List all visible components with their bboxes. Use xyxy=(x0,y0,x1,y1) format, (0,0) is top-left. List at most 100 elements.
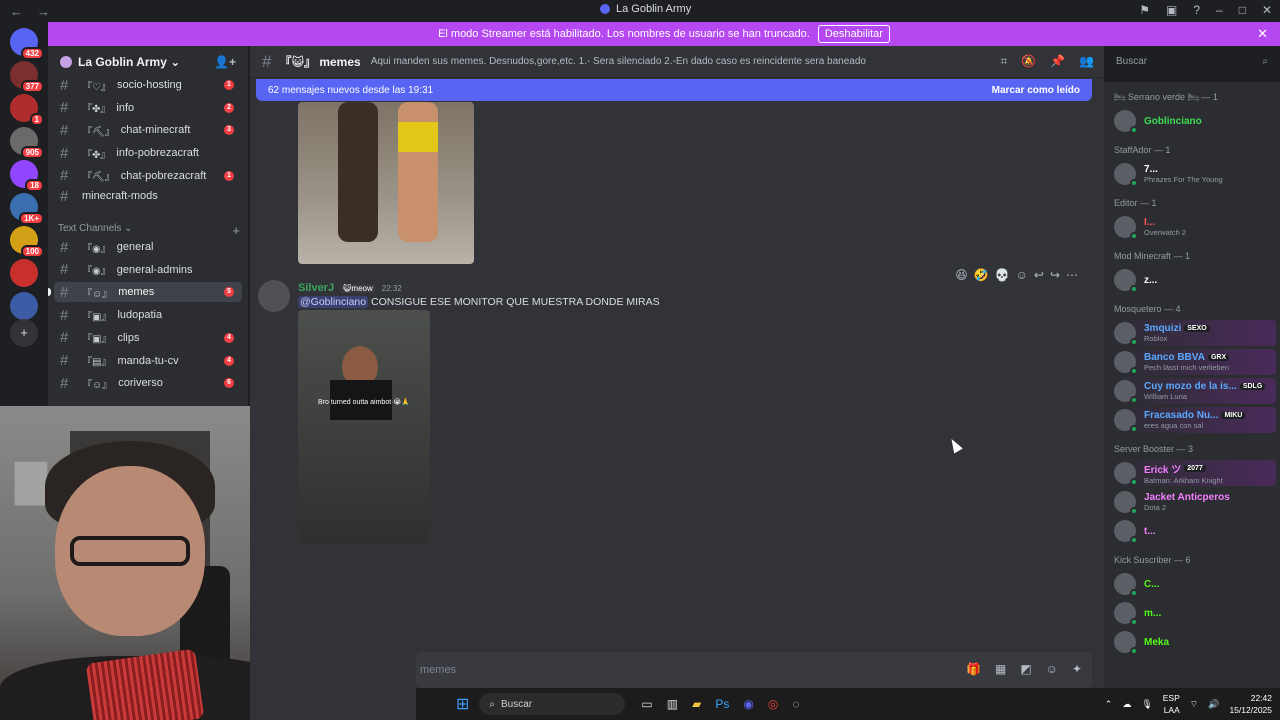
server-icon[interactable]: 905 xyxy=(10,127,44,159)
channel-info[interactable]: # 『✤』 info 2 xyxy=(54,98,242,118)
member-item[interactable]: Goblinciano xyxy=(1108,108,1276,134)
mention[interactable]: @Goblinciano xyxy=(298,296,369,308)
forward-icon[interactable]: ↪ xyxy=(1050,268,1060,282)
reaction-laugh-icon[interactable]: 😆 xyxy=(955,268,968,282)
channel-minecraft-mods[interactable]: # minecraft-mods xyxy=(54,186,242,206)
reply-icon[interactable]: ↩ xyxy=(1034,268,1044,282)
photoshop-icon[interactable]: Ps xyxy=(715,697,729,711)
mark-read-button[interactable]: Marcar como leído xyxy=(992,85,1080,96)
channel-info-pobrezacraft[interactable]: # 『✤』 info-pobrezacraft xyxy=(54,143,242,163)
channel-memes[interactable]: # 『☺』 memes 5 xyxy=(48,282,242,303)
message-author[interactable]: SilverJ xyxy=(298,282,334,294)
member-item[interactable]: Banco BBVA GRX Pech lässt mich verlieben xyxy=(1108,349,1276,375)
server-icon[interactable] xyxy=(10,259,38,287)
server-header[interactable]: La Goblin Army ⌄ 👤+ xyxy=(48,46,248,78)
forward-arrow-icon[interactable]: → xyxy=(37,4,50,19)
channel-coriverso[interactable]: # 『☺』 coriverso 6 xyxy=(54,373,242,393)
status-indicator xyxy=(1130,589,1138,597)
search-input[interactable]: Buscar ⌕ xyxy=(1110,52,1274,72)
add-reaction-icon[interactable]: ☺ xyxy=(1016,268,1028,282)
mic-icon[interactable]: 🎙 xyxy=(1141,699,1152,710)
server-icon[interactable] xyxy=(10,292,38,320)
start-icon[interactable]: ⊞ xyxy=(456,694,469,714)
member-item[interactable]: Fracasado Nu... MIKU eres agua con sal xyxy=(1108,407,1276,433)
app-icon[interactable]: ◌ xyxy=(792,697,799,711)
new-messages-bar[interactable]: 62 mensajes nuevos desde las 19:31 Marca… xyxy=(256,79,1092,101)
reaction-rofl-icon[interactable]: 🤣 xyxy=(974,268,989,282)
server-icon[interactable]: 1K+ xyxy=(10,193,44,225)
volume-icon[interactable]: 🔊 xyxy=(1208,699,1219,710)
back-arrow-icon[interactable]: ← xyxy=(10,4,23,19)
clock[interactable]: 22:42 15/12/2025 xyxy=(1229,692,1272,716)
member-item[interactable]: 7... Phrazes For The Young xyxy=(1108,161,1276,187)
mute-icon[interactable]: 🔕 xyxy=(1021,54,1036,69)
reaction-skull-icon[interactable]: 💀 xyxy=(995,268,1010,282)
channel-chat-minecraft[interactable]: # 『⛏』 chat-minecraft 3 xyxy=(54,120,242,140)
member-item[interactable]: I... Overwatch 2 xyxy=(1108,214,1276,240)
disable-streamer-button[interactable]: Deshabilitar xyxy=(817,25,890,43)
meme-image-2[interactable]: Bro turned outta aimbot 😭🙏 xyxy=(298,310,430,544)
channel-clips[interactable]: # 『▣』 clips 4 xyxy=(54,328,242,348)
channel-manda-tu-cv[interactable]: # 『▤』 manda-tu-cv 4 xyxy=(54,351,242,371)
language-indicator[interactable]: ESP LAA xyxy=(1163,692,1180,716)
channel-socio-hosting[interactable]: # 『♡』 socio-hosting 1 xyxy=(54,75,242,95)
gift-icon[interactable]: 🎁 xyxy=(966,662,981,676)
close-banner-icon[interactable]: ✕ xyxy=(1257,26,1268,42)
chrome-icon[interactable]: ◎ xyxy=(768,697,778,711)
member-item[interactable]: t... xyxy=(1108,518,1276,544)
pin-icon[interactable]: 📌 xyxy=(1050,54,1065,69)
invite-icon[interactable]: 👤+ xyxy=(214,55,236,69)
avatar[interactable] xyxy=(258,280,290,312)
taskbar-search[interactable]: ⌕ Buscar xyxy=(479,693,626,715)
add-channel-icon[interactable]: + xyxy=(232,223,240,238)
taskview-icon[interactable]: ▭ xyxy=(641,697,652,711)
wifi-icon[interactable]: ⌔ xyxy=(1190,699,1198,710)
more-icon[interactable]: ⋯ xyxy=(1066,268,1078,282)
channel-emoji: 『▤』 xyxy=(82,357,112,368)
sticker-icon[interactable]: ◩ xyxy=(1020,662,1031,676)
member-name: C... xyxy=(1144,578,1160,590)
server-icon[interactable]: 100 xyxy=(10,226,44,258)
inbox-icon[interactable]: ⚑ xyxy=(1139,3,1150,17)
server-icon[interactable]: 377 xyxy=(10,61,44,93)
app-icon[interactable]: ▥ xyxy=(667,697,678,711)
gif-icon[interactable]: ▦ xyxy=(995,662,1006,676)
tray-icon[interactable]: ☁ xyxy=(1122,699,1131,710)
minimize-icon[interactable]: – xyxy=(1216,3,1223,17)
folder-icon[interactable]: ▰ xyxy=(692,697,701,711)
server-icon[interactable]: 1 xyxy=(10,94,44,126)
member-item[interactable]: z... xyxy=(1108,267,1276,293)
meme-image-1[interactable] xyxy=(298,102,474,264)
close-window-icon[interactable]: ✕ xyxy=(1262,3,1272,17)
threads-icon[interactable]: ⌗ xyxy=(1000,54,1007,69)
members-icon[interactable]: 👥 xyxy=(1079,54,1094,69)
member-item[interactable]: C... xyxy=(1108,571,1276,597)
channel-chat-pobrezacraft[interactable]: # 『⛏』 chat-pobrezacraft 1 xyxy=(54,166,242,186)
apps-icon[interactable]: ✦ xyxy=(1072,662,1082,676)
discord-icon[interactable]: ◉ xyxy=(743,697,753,711)
maximize-icon[interactable]: □ xyxy=(1239,3,1246,17)
member-item[interactable]: Cuy mozo de la is... SDLG William Luna xyxy=(1108,378,1276,404)
member-group-label: Mosquetero — 4 xyxy=(1114,304,1181,314)
add-server-icon[interactable]: + xyxy=(10,319,38,347)
member-item[interactable]: Jacket Anticperos Dota 2 xyxy=(1108,489,1276,515)
channel-ludopatia[interactable]: # 『▣』 ludopatia xyxy=(54,305,242,325)
mention-badge: 905 xyxy=(20,146,44,159)
member-item[interactable]: Meka xyxy=(1108,629,1276,655)
member-item[interactable]: 3mquizi SEXO Roblox xyxy=(1108,320,1276,346)
channel-topic[interactable]: Aqui manden sus memes. Desnudos,gore,etc… xyxy=(371,56,866,67)
text-channels-category[interactable]: Text Channels ⌄ + xyxy=(58,223,240,238)
help-icon[interactable]: ? xyxy=(1193,3,1200,17)
emoji-icon[interactable]: ☺ xyxy=(1046,662,1058,676)
message-composer[interactable]: memes 🎁 ▦ ◩ ☺ ✦ xyxy=(416,652,1092,688)
channel-general-admins[interactable]: # 『◉』 general-admins xyxy=(54,260,242,280)
channel-general[interactable]: # 『◉』 general xyxy=(54,237,242,257)
chevron-up-icon[interactable]: ⌃ xyxy=(1105,699,1113,710)
server-icon[interactable]: 432 xyxy=(10,28,44,60)
server-icon[interactable]: 18 xyxy=(10,160,44,192)
hash-icon: # xyxy=(60,121,69,139)
channel-emoji: 『✤』 xyxy=(82,149,111,161)
screen-icon[interactable]: ▣ xyxy=(1166,3,1177,17)
member-item[interactable]: Erick ツ 2077 Batman: Arkham Knight xyxy=(1108,460,1276,486)
member-item[interactable]: m... xyxy=(1108,600,1276,626)
